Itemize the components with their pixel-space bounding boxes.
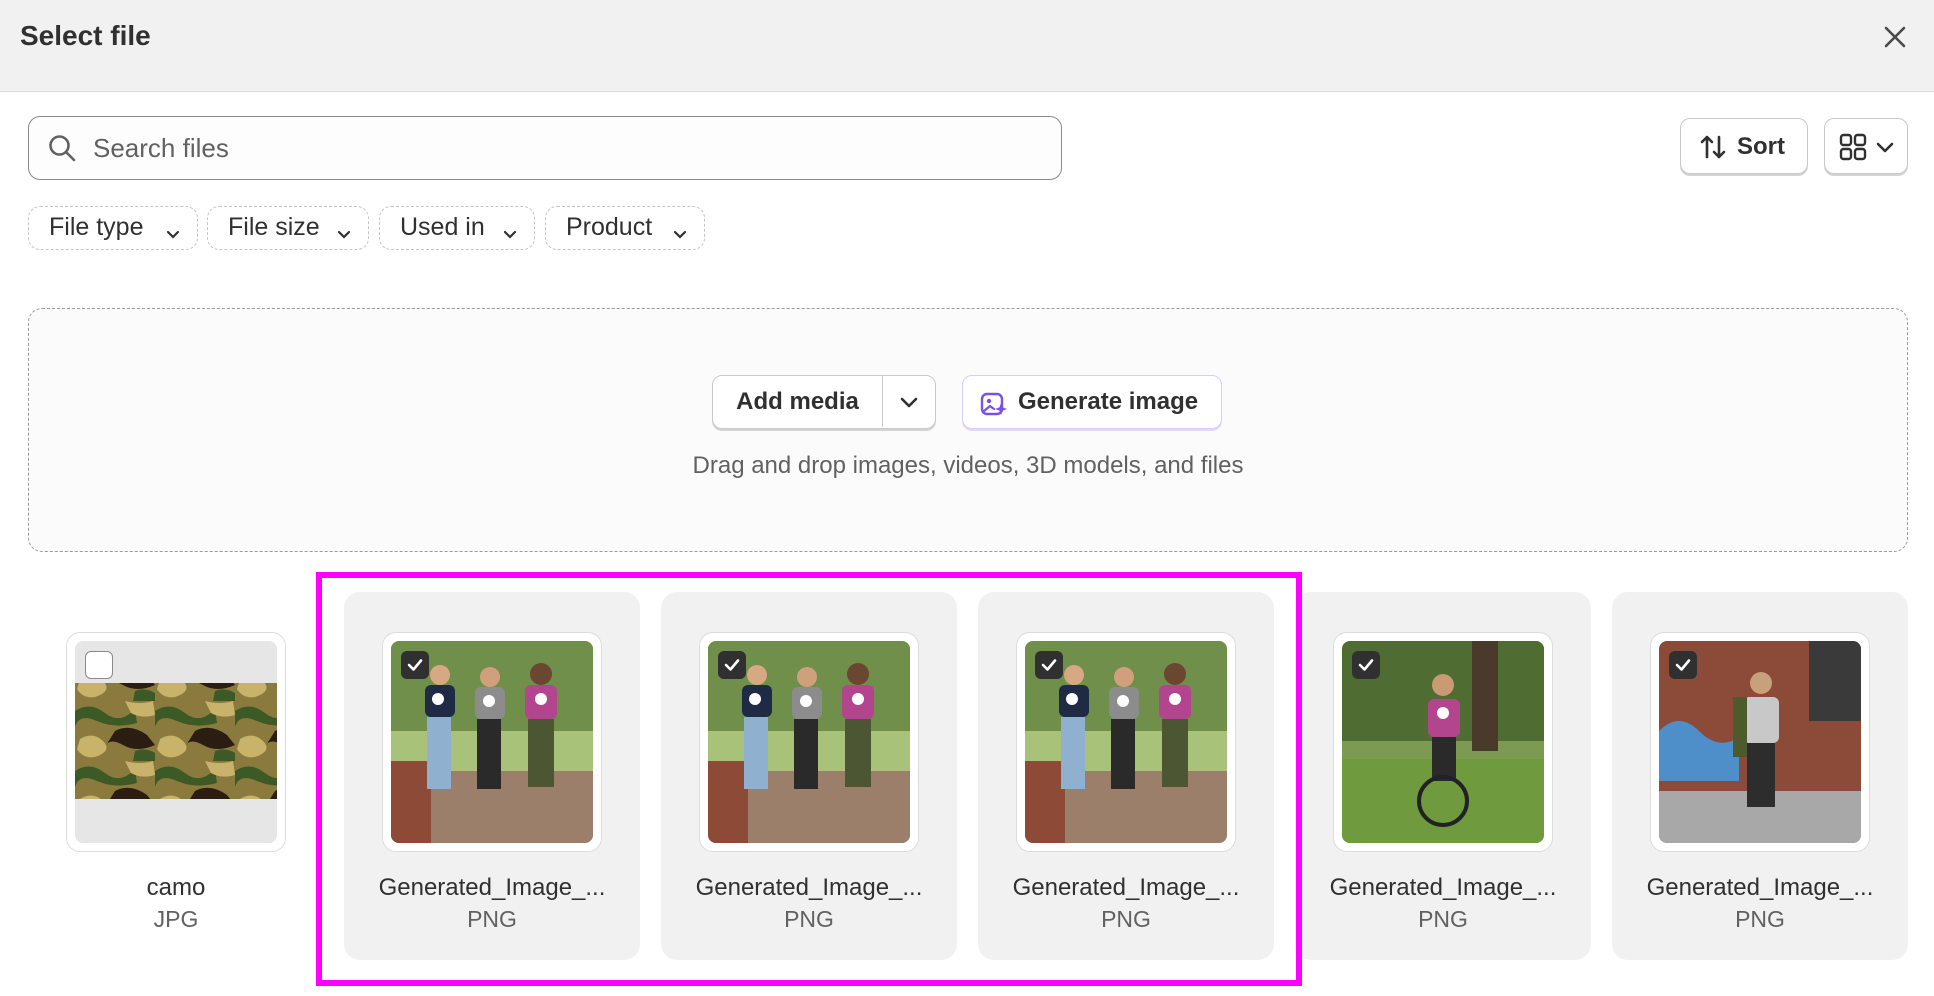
file-type: PNG (1101, 906, 1151, 932)
close-button[interactable] (1878, 20, 1912, 54)
search-field[interactable] (28, 116, 1062, 180)
filter-product[interactable]: Product (545, 206, 705, 250)
add-media-split-button: Add media (712, 375, 936, 429)
upload-dropzone[interactable] (28, 308, 1908, 552)
chevron-down-icon (672, 221, 688, 250)
file-name: Generated_Image_... (1329, 874, 1557, 901)
dropzone-hint: Drag and drop images, videos, 3D models,… (692, 452, 1244, 479)
ai-image-sparkle-icon (979, 389, 1009, 424)
modal-header: Select file (0, 0, 1934, 92)
file-card-generated-5[interactable]: Generated_Image_... PNG (1612, 592, 1908, 960)
file-card-generated-1[interactable]: Generated_Image_... PNG (344, 592, 640, 960)
file-name: Generated_Image_... (1646, 874, 1874, 901)
add-media-button[interactable]: Add media (713, 376, 883, 427)
file-type: PNG (1418, 906, 1468, 932)
generate-image-button[interactable]: Generate image (962, 375, 1222, 429)
chevron-down-icon (165, 221, 181, 250)
file-checkbox[interactable] (1035, 651, 1063, 679)
file-type: PNG (784, 906, 834, 932)
sort-label: Sort (1737, 133, 1785, 160)
filter-file-size[interactable]: File size (207, 206, 369, 250)
file-thumbnail-frame (382, 632, 602, 852)
close-icon (1884, 26, 1906, 48)
checkmark-icon (1675, 659, 1691, 671)
sort-arrows-icon (1699, 133, 1727, 166)
filter-label: File type (49, 213, 144, 241)
checkmark-icon (1358, 659, 1374, 671)
file-checkbox[interactable] (401, 651, 429, 679)
filter-label: Used in (400, 213, 485, 241)
filter-file-type[interactable]: File type (28, 206, 198, 250)
view-toggle-button[interactable] (1824, 118, 1908, 174)
search-input[interactable] (93, 127, 1033, 169)
file-thumbnail-frame (1333, 632, 1553, 852)
filter-label: File size (228, 213, 320, 241)
file-type: JPG (153, 906, 199, 932)
file-type: PNG (467, 906, 517, 932)
generate-image-label: Generate image (1018, 388, 1199, 415)
chevron-down-icon (1875, 137, 1895, 162)
modal-title: Select file (20, 20, 151, 51)
checkmark-icon (1041, 659, 1057, 671)
file-card-camo[interactable]: camo JPG (28, 592, 324, 960)
file-type: PNG (1735, 906, 1785, 932)
checkmark-icon (407, 659, 423, 671)
filter-label: Product (566, 213, 653, 241)
file-card-generated-4[interactable]: Generated_Image_... PNG (1295, 592, 1591, 960)
grid-view-icon (1839, 133, 1867, 166)
file-card-generated-3[interactable]: Generated_Image_... PNG (978, 592, 1274, 960)
file-name: camo (146, 874, 206, 901)
chevron-down-icon (900, 397, 918, 408)
sort-button[interactable]: Sort (1680, 118, 1808, 174)
search-icon (47, 133, 77, 168)
file-thumbnail-frame (66, 632, 286, 852)
filter-used-in[interactable]: Used in (379, 206, 535, 250)
file-card-generated-2[interactable]: Generated_Image_... PNG (661, 592, 957, 960)
chevron-down-icon (336, 221, 352, 250)
file-checkbox[interactable] (1669, 651, 1697, 679)
add-media-menu-button[interactable] (883, 376, 935, 427)
file-name: Generated_Image_... (1012, 874, 1240, 901)
file-checkbox[interactable] (85, 651, 113, 679)
file-name: Generated_Image_... (378, 874, 606, 901)
file-thumbnail-frame (1016, 632, 1236, 852)
file-name: Generated_Image_... (695, 874, 923, 901)
chevron-down-icon (502, 221, 518, 250)
file-thumbnail-frame (1650, 632, 1870, 852)
file-thumbnail-frame (699, 632, 919, 852)
file-checkbox[interactable] (1352, 651, 1380, 679)
checkmark-icon (724, 659, 740, 671)
file-checkbox[interactable] (718, 651, 746, 679)
